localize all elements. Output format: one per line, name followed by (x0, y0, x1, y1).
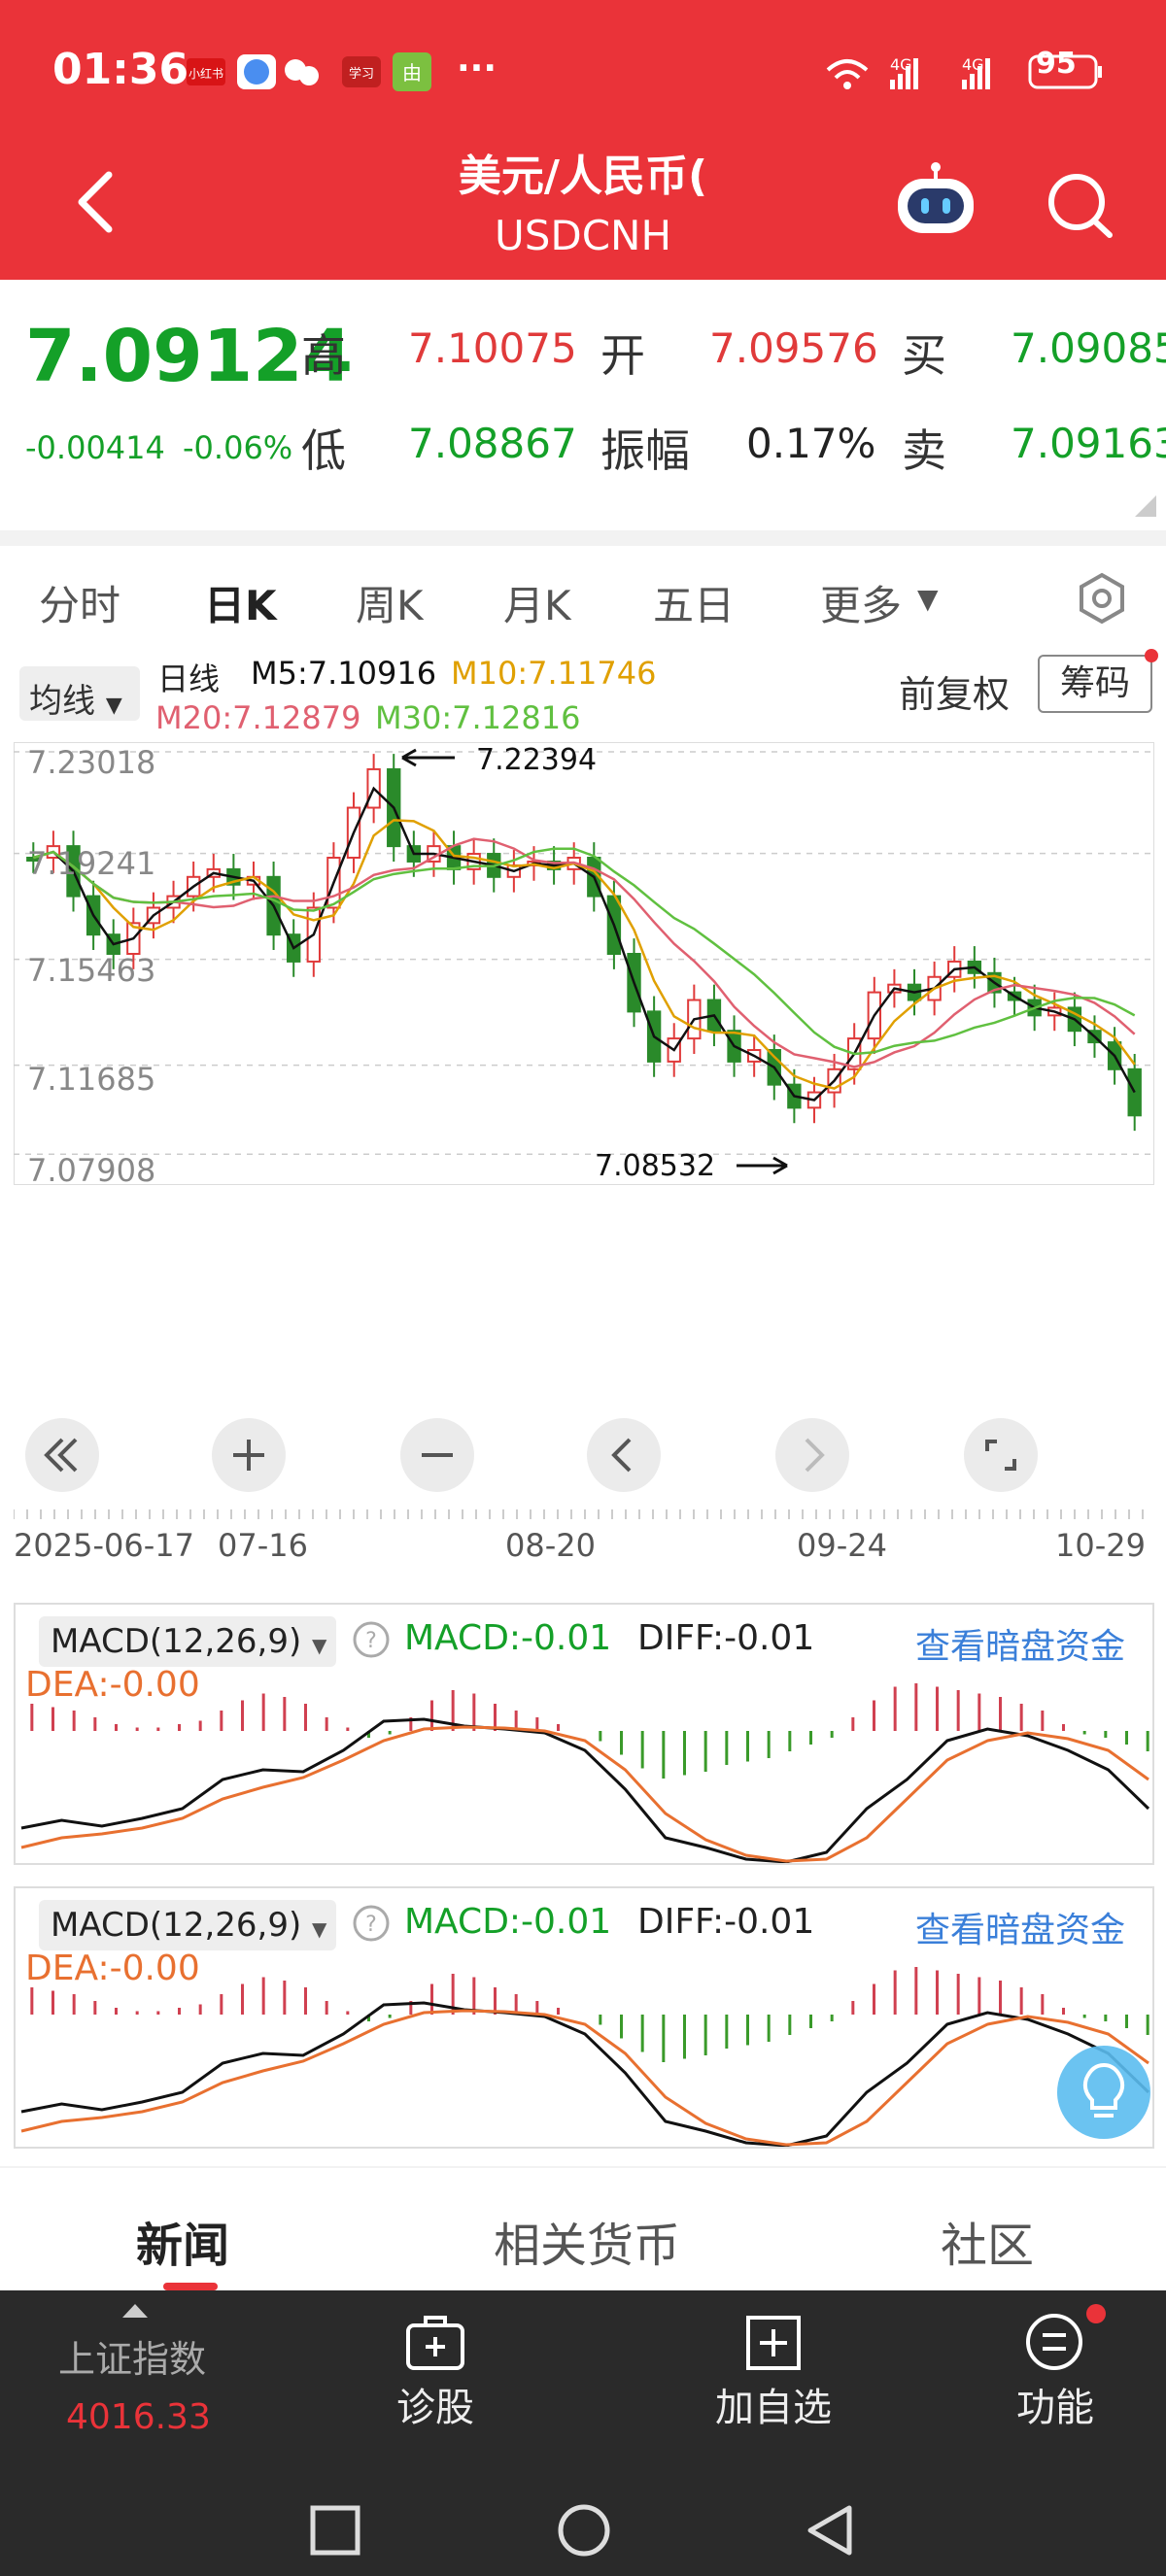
price-change: -0.00414 (25, 429, 165, 466)
diagnose-icon[interactable] (404, 2314, 466, 2372)
tab-intraday[interactable]: 分时 (39, 573, 120, 632)
robot-icon[interactable] (894, 161, 977, 239)
more-notifications: ··· (457, 49, 497, 88)
zoom-in-icon[interactable] (210, 1416, 288, 1494)
menu-icon[interactable] (1024, 2312, 1084, 2372)
tab-weekly-k[interactable]: 周K (356, 573, 424, 632)
ma10-value: M10:7.11746 (451, 655, 657, 692)
quote-panel: 7.09124 -0.00414 -0.06% 高 7.10075 开 7.09… (0, 280, 1166, 530)
x-label-1: 07-16 (218, 1527, 308, 1564)
max-price-label: 7.22394 (476, 743, 597, 777)
more-dropdown-icon[interactable]: ▼ (917, 583, 939, 615)
tab-monthly-k[interactable]: 月K (503, 573, 571, 632)
menu-label[interactable]: 功能 (1016, 2376, 1094, 2432)
notification-icons: 小红书 学习 由 (187, 52, 431, 91)
svg-text:由: 由 (402, 61, 422, 85)
expand-up-icon[interactable] (120, 2300, 150, 2320)
news-tab-indicator (163, 2283, 218, 2290)
expand-corner-icon[interactable] (1135, 495, 1156, 517)
x-label-3: 09-24 (797, 1527, 887, 1564)
x-axis: 2025-06-17 07-16 08-20 09-24 10-29 (14, 1509, 1146, 1564)
adjust-selector[interactable]: 前复权 (899, 664, 1010, 718)
y-label-3: 7.11685 (27, 1061, 155, 1098)
y-label-4: 7.07908 (27, 1152, 155, 1185)
lightbulb-icon[interactable] (1055, 2044, 1152, 2141)
page-title: 美元/人民币( (458, 152, 708, 201)
ma30-value: M30:7.12816 (375, 699, 581, 736)
app-root: 01:36 小红书 学习 由 ··· 4G 4G 95 美元/人民币(USDC… (0, 0, 1166, 2576)
news-tabs: 新闻 相关货币 社区 (0, 2168, 1166, 2290)
tab-related-currency[interactable]: 相关货币 (494, 2207, 680, 2275)
y-label-0: 7.23018 (27, 744, 155, 781)
open-value: 7.09576 (709, 324, 878, 372)
page-subtitle: USDCNH (494, 212, 672, 259)
zoom-out-icon[interactable] (398, 1416, 476, 1494)
ma20-value: M20:7.12879 (155, 699, 361, 736)
x-label-2: 08-20 (505, 1527, 596, 1564)
sell-label: 卖 (902, 424, 946, 477)
low-label: 低 (301, 424, 346, 477)
add-watchlist-icon[interactable] (744, 2314, 803, 2372)
settings-hexagon-icon[interactable] (1075, 571, 1129, 626)
buy-value: 7.09085 (1011, 324, 1166, 372)
tab-news[interactable]: 新闻 (136, 2207, 229, 2275)
recent-apps-icon[interactable] (309, 2504, 361, 2557)
ma-selector[interactable]: 均线 ▼ (19, 666, 140, 721)
next-icon[interactable] (773, 1416, 851, 1494)
macd-panel-1[interactable]: MACD(12,26,9) ▼ ? MACD:-0.01 DIFF:-0.01 … (14, 1603, 1154, 1865)
status-bar: 01:36 小红书 学习 由 ··· 4G 4G 95 (0, 39, 1166, 107)
x-label-4: 10-29 (1055, 1527, 1146, 1564)
system-back-icon[interactable] (803, 2502, 857, 2559)
chart-area: 均线 ▼ 日线 M5:7.10916 M10:7.11746 M20:7.128… (0, 639, 1166, 2166)
bottom-nav: 上证指数 4016.33 诊股 加自选 功能 (0, 2290, 1166, 2475)
tab-more[interactable]: 更多 (820, 573, 902, 632)
tab-community[interactable]: 社区 (941, 2207, 1034, 2275)
index-value: 4016.33 (66, 2397, 211, 2437)
low-value: 7.08867 (408, 420, 577, 467)
tab-daily-k[interactable]: 日K (204, 573, 277, 632)
search-icon[interactable] (1042, 167, 1115, 241)
x-label-0: 2025-06-17 (14, 1527, 194, 1564)
open-label: 开 (600, 329, 645, 382)
add-watchlist-label[interactable]: 加自选 (715, 2376, 832, 2432)
chip-distribution-button[interactable]: 筹码 (1038, 655, 1152, 713)
sell-value: 7.09163 (1011, 420, 1166, 467)
chip-notification-dot (1145, 649, 1158, 662)
tab-five-day[interactable]: 五日 (653, 573, 735, 632)
svg-text:小红书: 小红书 (189, 66, 223, 81)
y-label-1: 7.19241 (27, 845, 155, 882)
status-time: 01:36 (52, 45, 189, 94)
prev-icon[interactable] (585, 1416, 663, 1494)
period-tabs: 分时 日K 周K 月K 五日 更多 ▼ (0, 530, 1166, 647)
buy-label: 买 (902, 329, 946, 382)
macd-chart-2 (20, 1967, 1150, 2147)
fullscreen-icon[interactable] (962, 1416, 1040, 1494)
header-bar: 01:36 小红书 学习 由 ··· 4G 4G 95 美元/人民币(USDC… (0, 0, 1166, 280)
index-name[interactable]: 上证指数 (58, 2329, 206, 2383)
home-icon[interactable] (556, 2502, 612, 2559)
amplitude-value: 0.17% (746, 420, 876, 467)
svg-text:学习: 学习 (349, 66, 374, 82)
price-change-pct: -0.06% (183, 429, 293, 466)
ma5-value: M5:7.10916 (251, 655, 437, 692)
period-label: 日线 (157, 661, 221, 697)
diagnose-label[interactable]: 诊股 (396, 2376, 474, 2432)
y-label-2: 7.15463 (27, 952, 155, 989)
min-price-label: 7.08532 (595, 1149, 715, 1183)
ma-selector-label: 均线 (29, 682, 95, 721)
macd-panel-2[interactable]: MACD(12,26,9) ▼ ? MACD:-0.01 DIFF:-0.01 … (14, 1886, 1154, 2149)
macd-chart-1 (20, 1683, 1150, 1863)
battery-level: 95 (1036, 47, 1077, 81)
rewind-icon[interactable] (23, 1416, 101, 1494)
high-label: 高 (301, 329, 346, 382)
candlestick-chart[interactable]: 7.23018 7.19241 7.15463 7.11685 7.07908 … (14, 742, 1154, 1185)
system-nav-bar (0, 2475, 1166, 2576)
high-value: 7.10075 (408, 324, 577, 372)
menu-notification-dot (1086, 2304, 1106, 2323)
amplitude-label: 振幅 (600, 424, 690, 477)
